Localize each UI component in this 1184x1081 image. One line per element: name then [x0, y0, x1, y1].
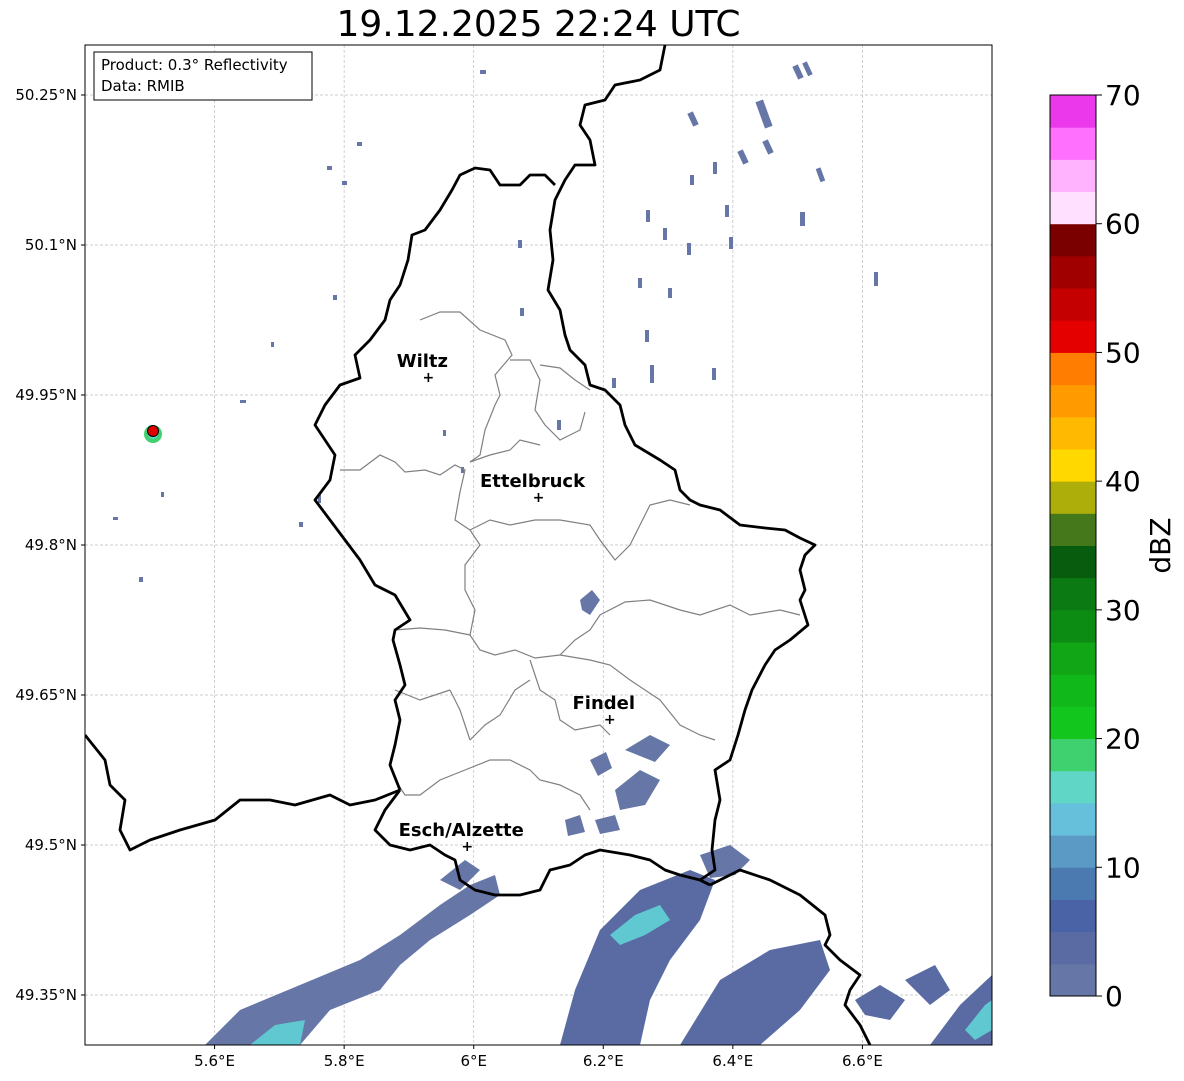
colorbar-tick-label: 0 [1105, 980, 1123, 1013]
city-marker: + [461, 839, 473, 855]
lat-tick-label: 49.5°N [25, 836, 77, 854]
colorbar-tick-label: 70 [1105, 79, 1141, 112]
radar-site-marker [147, 425, 160, 437]
colorbar-segment [1050, 127, 1096, 160]
colorbar-segment [1050, 770, 1096, 804]
city-marker: + [604, 712, 616, 728]
radar-map: +Wiltz+Ettelbruck+Findel+Esch/Alzette 5.… [15, 44, 1177, 1070]
lat-tick-label: 49.95°N [15, 386, 77, 404]
city-marker: + [533, 490, 545, 506]
colorbar-segment [1050, 899, 1096, 933]
echo-band-southwest [205, 875, 500, 1045]
colorbar-segment [1050, 963, 1096, 997]
colorbar-segment [1050, 159, 1096, 193]
lat-tick-label: 49.65°N [15, 686, 77, 704]
colorbar-segment [1050, 448, 1096, 482]
colorbar-segment [1050, 545, 1096, 579]
city-label: Findel [572, 693, 635, 714]
lon-tick-label: 5.8°E [324, 1052, 365, 1070]
colorbar-label: dBZ [1144, 517, 1177, 573]
colorbar-tick-label: 60 [1105, 208, 1141, 241]
lon-tick-label: 6.6°E [842, 1052, 883, 1070]
colorbar-segment [1050, 706, 1096, 740]
lon-tick-label: 6.4°E [712, 1052, 753, 1070]
colorbar-tick-label: 10 [1105, 851, 1141, 884]
lon-tick-label: 5.6°E [194, 1052, 235, 1070]
colorbar-segment [1050, 255, 1096, 289]
colorbar-segment [1050, 802, 1096, 836]
info-product: Product: 0.3° Reflectivity [101, 56, 288, 74]
colorbar-segment [1050, 674, 1096, 707]
city-marker: + [422, 370, 434, 386]
colorbar-segment [1050, 223, 1096, 257]
colorbar-segment [1050, 835, 1096, 868]
info-source: Data: RMIB [101, 77, 185, 95]
lat-tick-label: 49.35°N [15, 986, 77, 1004]
info-box: Product: 0.3° Reflectivity Data: RMIB [93, 51, 313, 101]
colorbar-segment [1050, 609, 1096, 643]
colorbar-segment [1050, 931, 1096, 965]
colorbar-tick-label: 40 [1105, 465, 1141, 498]
city-label: Wiltz [397, 351, 448, 372]
echo-band-southeast [560, 870, 992, 1045]
echo-scatter-north [113, 61, 878, 582]
map-gridlines [85, 45, 992, 1045]
colorbar-segment [1050, 191, 1096, 225]
colorbar-segment [1050, 513, 1096, 546]
canton-borders [340, 311, 801, 811]
colorbar-segment [1050, 352, 1096, 386]
lat-tick-label: 49.8°N [25, 536, 77, 554]
city-label: Esch/Alzette [399, 820, 524, 841]
colorbar-segment [1050, 577, 1096, 611]
lon-tick-label: 6.2°E [583, 1052, 624, 1070]
colorbar-tick-label: 30 [1105, 594, 1141, 627]
colorbar: 0 10 20 30 40 50 60 70 dBZ [1049, 79, 1177, 1013]
colorbar-segment [1050, 867, 1096, 900]
colorbar-segment [1050, 320, 1096, 353]
colorbar-segment [1050, 738, 1096, 772]
lat-tick-label: 50.1°N [25, 236, 77, 254]
city-label: Ettelbruck [480, 471, 586, 492]
colorbar-segment [1050, 288, 1096, 321]
colorbar-segment [1050, 642, 1096, 675]
colorbar-tick-label: 20 [1105, 723, 1141, 756]
colorbar-segment [1050, 416, 1096, 450]
colorbar-tick-label: 50 [1105, 336, 1141, 369]
lat-tick-label: 50.25°N [15, 86, 77, 104]
colorbar-segment [1050, 384, 1096, 418]
lon-tick-label: 6°E [460, 1052, 487, 1070]
colorbar-segment [1050, 481, 1096, 514]
colorbar-segment [1050, 95, 1096, 128]
